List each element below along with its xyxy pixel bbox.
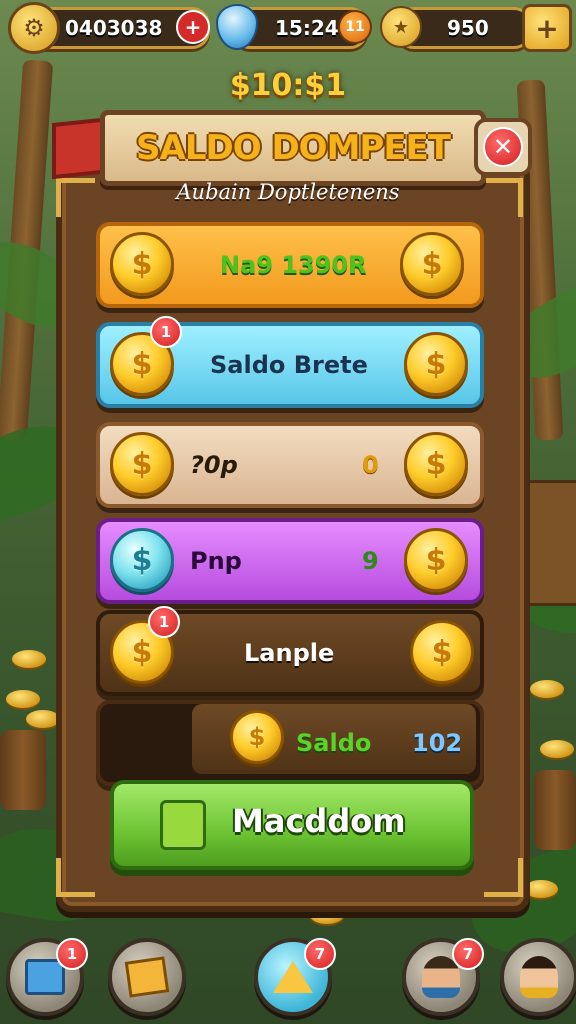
row-value: 102 <box>412 729 463 757</box>
notification-badge: 1 <box>150 316 182 348</box>
coin-icon: $ <box>110 432 174 496</box>
row-label: Saldo Brete <box>210 351 368 379</box>
dialog-title-banner: SALDO DOMPEET <box>100 110 486 186</box>
wallet-row-blue[interactable]: $ 1 Saldo Brete $ <box>96 316 484 408</box>
confirm-button-label: Macddom <box>232 802 406 840</box>
row-label: Na9 1390R <box>220 251 367 279</box>
cheese-box-button[interactable]: 7 <box>254 938 336 1016</box>
blue-coin-icon: $ <box>110 528 174 592</box>
coin-icon: $ <box>400 232 464 296</box>
notification-badge: 1 <box>56 938 88 970</box>
coin-icon: $ <box>404 528 468 592</box>
settings-gear-icon[interactable]: ⚙ <box>8 2 60 54</box>
notification-badge: 7 <box>452 938 484 970</box>
coins-plus-button[interactable]: + <box>176 10 210 44</box>
trophy-plus-button[interactable]: + <box>522 4 572 52</box>
gems-badge[interactable]: 11 <box>338 10 372 44</box>
row-label: ?0p <box>190 451 238 479</box>
box-icon <box>124 956 170 998</box>
coin-icon: $ <box>230 710 284 764</box>
wallet-row-tan[interactable]: $ ?0p 0 $ <box>96 422 484 508</box>
shop-stall-button[interactable]: 1 <box>6 938 88 1016</box>
row-value: 9 <box>362 547 379 575</box>
avatar <box>520 956 558 998</box>
saldo-total-row: $ Saldo 102 <box>96 700 484 786</box>
row-label: Saldo <box>296 729 372 757</box>
trophy-value: 950 <box>447 16 489 40</box>
panel-corner-decoration <box>484 858 523 897</box>
confirm-button[interactable]: Macddom <box>110 780 474 870</box>
wallet-row-wood[interactable]: $ 1 Lanple $ <box>96 606 484 696</box>
coins-value: 0403038 <box>65 16 163 40</box>
notification-badge: 7 <box>304 938 336 970</box>
dialog-title: SALDO DOMPEET <box>136 128 451 168</box>
coin-icon: $ <box>410 620 474 684</box>
wallet-row-orange[interactable]: $ Na9 1390R $ <box>96 222 484 308</box>
gems-value: 15:24 <box>275 16 339 40</box>
player-profile-button[interactable] <box>500 938 576 1016</box>
cake-box-button[interactable] <box>108 938 186 1016</box>
row-value: 0 <box>362 451 379 479</box>
row-label: Pnp <box>190 547 242 575</box>
friend-profile-button[interactable]: 7 <box>402 938 484 1016</box>
top-amount: $10:$1 <box>229 68 347 103</box>
close-icon: ✕ <box>483 127 523 167</box>
trophy-coins-icon: ★ <box>380 6 422 48</box>
panel-corner-decoration <box>56 858 95 897</box>
coin-icon: $ <box>404 332 468 396</box>
coin-icon: $ <box>404 432 468 496</box>
wallet-row-purple[interactable]: $ Pnp 9 $ <box>96 518 484 604</box>
checkbox-square-icon <box>160 800 206 850</box>
notification-badge: 1 <box>148 606 180 638</box>
row-label: Lanple <box>244 639 335 667</box>
dialog-subtitle: Aubain Doptletenens <box>176 180 400 204</box>
cheese-icon <box>273 961 313 993</box>
coin-stack-icon: $ <box>110 232 174 296</box>
close-button[interactable]: ✕ <box>474 118 532 176</box>
